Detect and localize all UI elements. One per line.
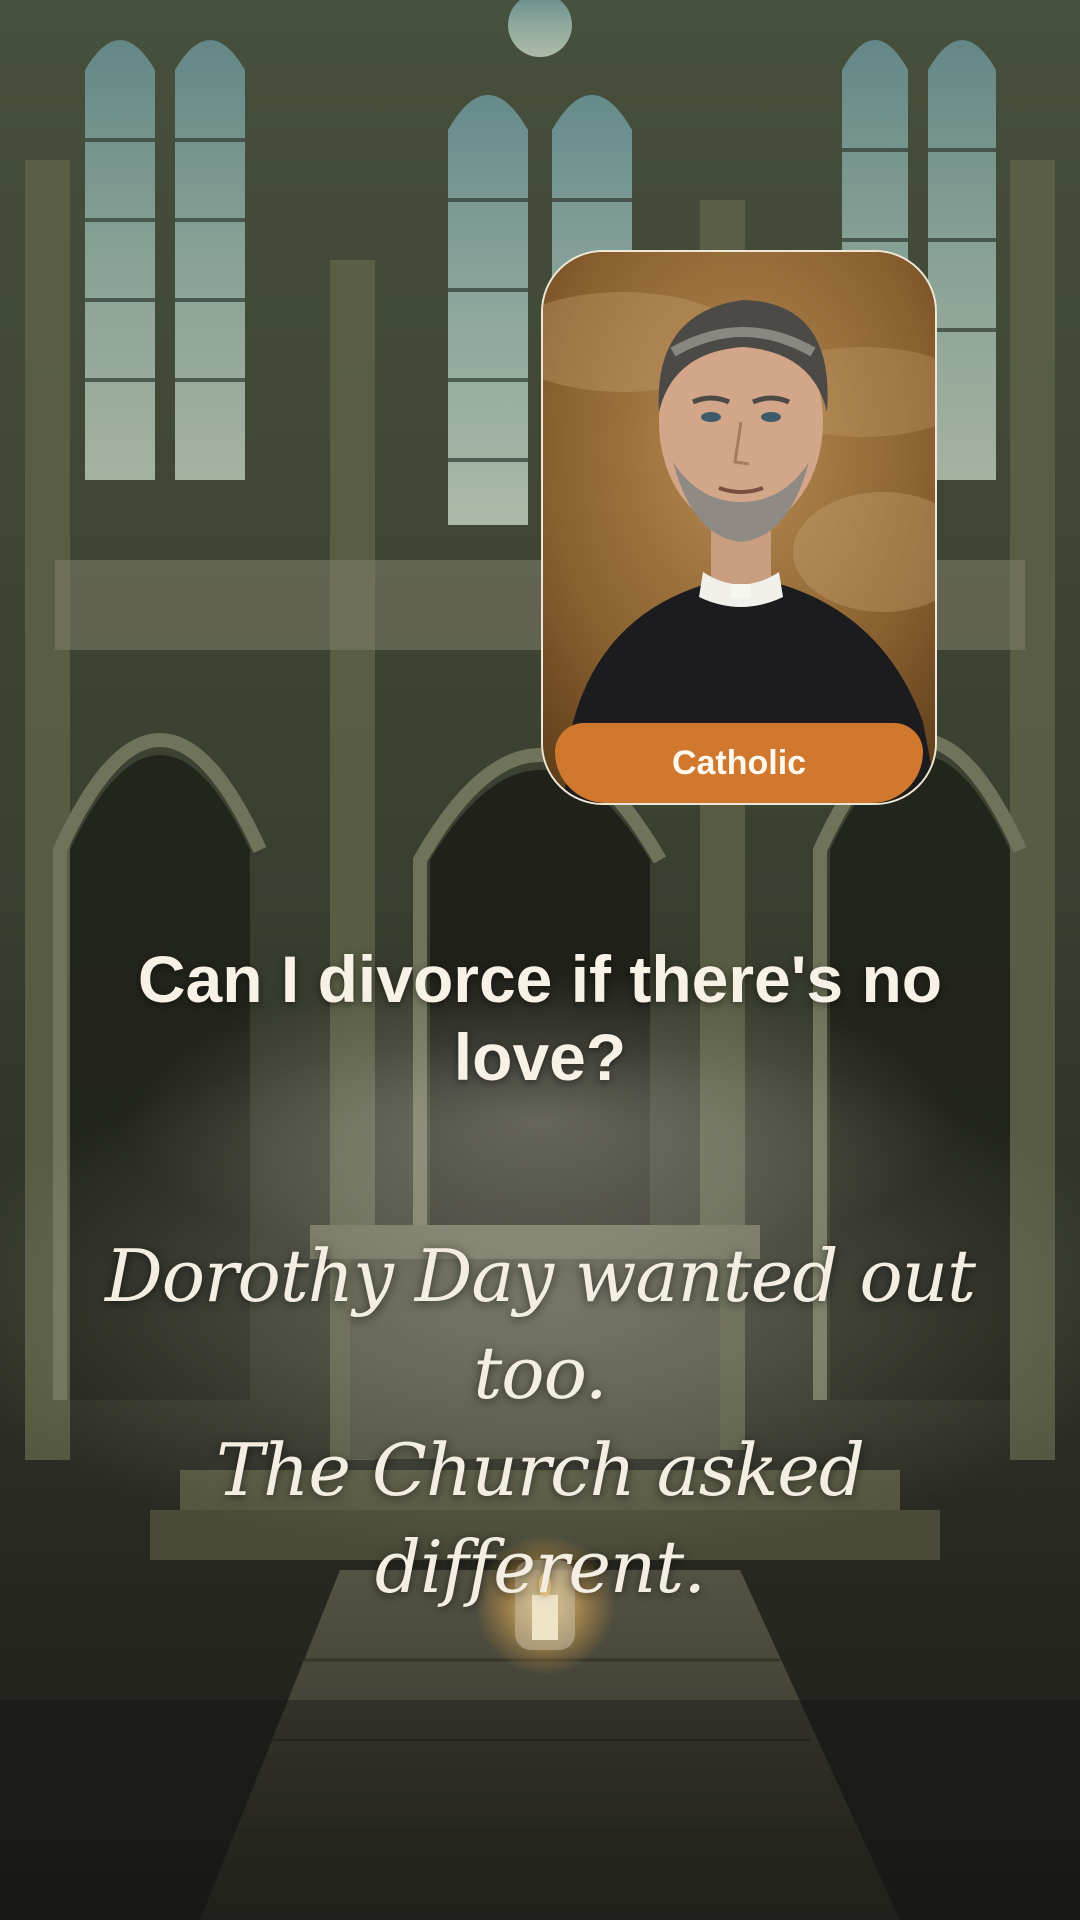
answer-subtext: Dorothy Day wanted out too. The Church a…	[40, 1228, 1040, 1616]
question-headline: Can I divorce if there's no love?	[137, 942, 943, 1094]
clergy-portrait-card: Catholic	[541, 250, 937, 805]
answer-subtext-line-2: The Church asked different.	[216, 1428, 865, 1609]
faith-badge: Catholic	[555, 723, 923, 803]
answer-subtext-line-1: Dorothy Day wanted out too.	[104, 1234, 976, 1415]
